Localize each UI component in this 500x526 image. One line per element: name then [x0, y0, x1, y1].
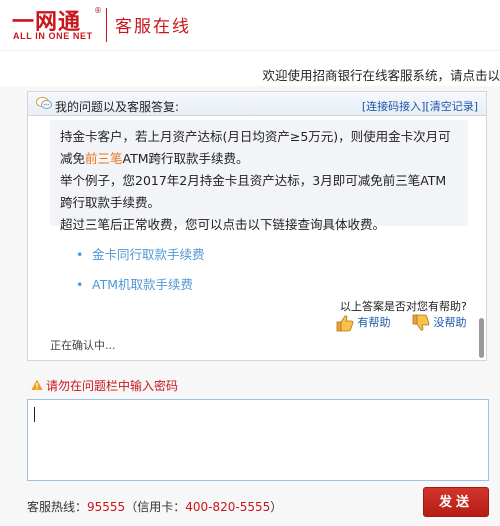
thumbs-down-icon	[412, 314, 430, 331]
helpful-label[interactable]: 有帮助	[358, 316, 391, 329]
related-links: • 金卡同行取款手续费 • ATM机取款手续费	[76, 244, 205, 304]
chat-panel: 我的问题以及客服答复: [连接码接入][清空记录] 持金卡客户，若上月资产达标(…	[27, 91, 487, 361]
hotline-label: 客服热线：	[27, 500, 88, 514]
status-text: 正在确认中...	[50, 339, 116, 352]
answer-line-2-post: ATM跨行取款手续费。	[122, 151, 249, 166]
answer-line-1: 持金卡客户，若上月资产达标(月日均资产≥5万元)，则使用金卡次月可	[60, 129, 451, 144]
hotline-info: 客服热线：95555（信用卡：400-820-5555）	[27, 498, 282, 515]
hotline-number: 95555	[87, 500, 126, 514]
chat-title: 我的问题以及客服答复:	[55, 100, 180, 114]
related-link-label[interactable]: ATM机取款手续费	[92, 277, 193, 292]
answer-line-4: 跨行取款手续费。	[60, 195, 161, 210]
feedback-question: 以上答案是否对您有帮助?	[340, 300, 467, 313]
welcome-text: 欢迎使用招商银行在线客服系统，请点击以	[262, 68, 500, 83]
service-title: 客服在线	[115, 17, 191, 37]
answer-line-3: 举个例子，您2017年2月持金卡且资产达标，3月即可减免前三笔ATM	[60, 173, 447, 188]
logo-registered-mark: ®	[94, 6, 102, 15]
answer-highlight: 前三笔	[85, 151, 123, 166]
related-link-item[interactable]: • ATM机取款手续费	[76, 274, 205, 304]
credit-label: （信用卡：	[125, 500, 186, 514]
question-input[interactable]	[27, 399, 489, 481]
password-warning: 请勿在问题栏中输入密码	[31, 377, 178, 394]
bullet-icon: •	[76, 277, 84, 292]
answer-line-2: 减免前三笔ATM跨行取款手续费。	[60, 148, 458, 170]
welcome-bar: 欢迎使用招商银行在线客服系统，请点击以	[0, 50, 500, 86]
chat-bubble-icon	[36, 96, 52, 109]
unhelpful-label[interactable]: 没帮助	[434, 316, 467, 329]
header-divider	[106, 8, 107, 42]
answer-line-5: 超过三笔后正常收费，您可以点击以下链接查询具体收费。	[60, 217, 386, 232]
send-button[interactable]: 发送	[423, 487, 489, 517]
chat-header: 我的问题以及客服答复: [连接码接入][清空记录]	[28, 92, 486, 116]
credit-close: ）	[270, 500, 283, 514]
related-link-item[interactable]: • 金卡同行取款手续费	[76, 244, 205, 274]
warning-text: 请勿在问题栏中输入密码	[46, 379, 179, 393]
answer-message: 持金卡客户，若上月资产达标(月日均资产≥5万元)，则使用金卡次月可 减免前三笔A…	[50, 120, 468, 232]
warning-icon	[31, 379, 43, 390]
helpful-button[interactable]: 有帮助	[336, 314, 391, 336]
chat-header-links: [连接码接入][清空记录]	[362, 98, 478, 114]
text-caret	[34, 407, 35, 422]
header: 一网通 ® ALL IN ONE NET 客服在线	[0, 0, 500, 50]
unhelpful-button[interactable]: 没帮助	[412, 314, 467, 336]
answer-line-2-pre: 减免	[60, 151, 86, 166]
related-link-label[interactable]: 金卡同行取款手续费	[92, 247, 205, 262]
logo-subtitle: ALL IN ONE NET	[13, 31, 93, 41]
credit-number: 400-820-5555	[185, 500, 271, 514]
bullet-icon: •	[76, 247, 84, 262]
connect-code-link[interactable]: [连接码接入]	[362, 100, 426, 113]
thumbs-up-icon	[336, 315, 354, 332]
clear-history-link[interactable]: [清空记录]	[425, 100, 478, 113]
chat-scrollbar[interactable]	[479, 318, 484, 358]
